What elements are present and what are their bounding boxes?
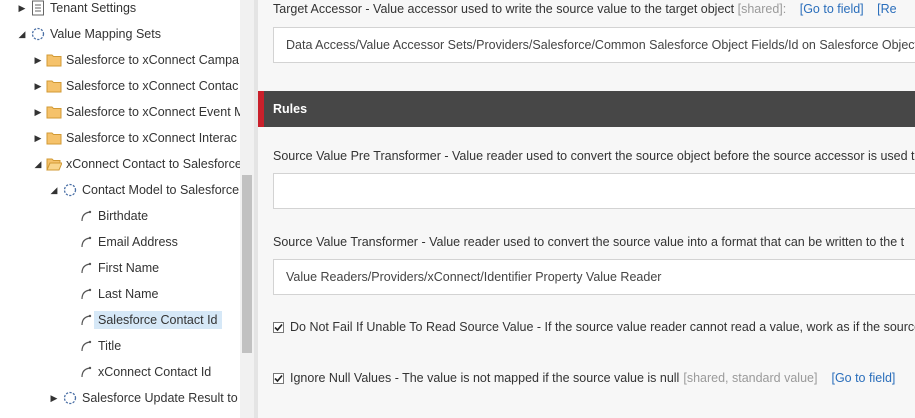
tree-item[interactable]: First Name bbox=[64, 257, 159, 279]
target-accessor-label: Target Accessor - Value accessor used to… bbox=[273, 2, 897, 16]
field-editor: Target Accessor - Value accessor used to… bbox=[258, 0, 915, 418]
circle-dashed-icon bbox=[30, 26, 46, 42]
tree-item[interactable]: ▶ Salesforce Update Result to bbox=[48, 387, 238, 409]
tree-item-label: Salesforce to xConnect Event M bbox=[66, 105, 240, 119]
rules-section-title: Rules bbox=[273, 102, 308, 116]
transformer-field[interactable]: Value Readers/Providers/xConnect/Identif… bbox=[273, 259, 915, 295]
collapse-arrow-icon[interactable]: ◢ bbox=[16, 29, 28, 40]
expand-arrow-icon[interactable]: ▶ bbox=[32, 55, 44, 66]
tree-item-label: Salesforce Contact Id bbox=[94, 311, 222, 329]
mapping-arc-icon bbox=[78, 286, 94, 302]
ignore-null-checkbox[interactable] bbox=[273, 372, 284, 384]
target-accessor-reset-link[interactable]: [Re bbox=[877, 2, 896, 16]
tree-item-label: Title bbox=[98, 339, 122, 353]
collapse-arrow-icon[interactable]: ◢ bbox=[32, 159, 44, 170]
folder-open-icon bbox=[46, 156, 62, 172]
pre-transformer-label-text: Source Value Pre Transformer - Value rea… bbox=[273, 149, 915, 163]
expand-arrow-icon[interactable]: ▶ bbox=[16, 3, 28, 14]
rules-section-header[interactable]: Rules bbox=[258, 91, 915, 127]
target-accessor-go-to-field-link[interactable]: [Go to field] bbox=[800, 2, 864, 16]
settings-page-icon bbox=[30, 0, 46, 16]
ignore-null-row: Ignore Null Values - The value is not ma… bbox=[273, 371, 895, 385]
target-accessor-label-text: Target Accessor - Value accessor used to… bbox=[273, 2, 735, 16]
tree-scrollbar-thumb[interactable] bbox=[242, 175, 252, 353]
tree-item[interactable]: Salesforce Contact Id bbox=[64, 309, 222, 331]
mapping-arc-icon bbox=[78, 312, 94, 328]
folder-icon bbox=[46, 104, 62, 120]
expand-arrow-icon[interactable]: ▶ bbox=[48, 393, 60, 404]
mapping-arc-icon bbox=[78, 260, 94, 276]
tree-item-label: Tenant Settings bbox=[50, 1, 137, 15]
ignore-null-meta: [shared, standard value] bbox=[683, 371, 818, 385]
tree-item-label: Salesforce to xConnect Contac bbox=[66, 79, 239, 93]
folder-icon bbox=[46, 52, 62, 68]
tree-item[interactable]: ◢ xConnect Contact to Salesforce bbox=[32, 153, 240, 175]
tree-item[interactable]: Email Address bbox=[64, 231, 178, 253]
mapping-arc-icon bbox=[78, 234, 94, 250]
transformer-label: Source Value Transformer - Value reader … bbox=[273, 235, 904, 249]
tree-item-label: Salesforce to xConnect Campa bbox=[66, 53, 240, 67]
tree-item-label: xConnect Contact to Salesforce bbox=[66, 157, 240, 171]
tree-item-label: First Name bbox=[98, 261, 160, 275]
transformer-label-text: Source Value Transformer - Value reader … bbox=[273, 235, 905, 249]
circle-dashed-icon bbox=[62, 182, 78, 198]
tree-item-label: Email Address bbox=[98, 235, 178, 249]
expand-arrow-icon[interactable]: ▶ bbox=[32, 81, 44, 92]
target-accessor-value: Data Access/Value Accessor Sets/Provider… bbox=[286, 38, 915, 52]
check-icon bbox=[274, 374, 283, 382]
target-accessor-meta: [shared]: bbox=[737, 2, 787, 16]
expand-arrow-icon[interactable]: ▶ bbox=[32, 107, 44, 118]
tree-item[interactable]: ▶ Salesforce to xConnect Contac bbox=[32, 75, 239, 97]
ignore-null-go-to-field-link[interactable]: [Go to field] bbox=[831, 371, 895, 385]
tree-item[interactable]: Last Name bbox=[64, 283, 158, 305]
tree-item-label: Value Mapping Sets bbox=[50, 27, 161, 41]
tree-item-label: Last Name bbox=[98, 287, 159, 301]
mapping-arc-icon bbox=[78, 338, 94, 354]
collapse-arrow-icon[interactable]: ◢ bbox=[48, 185, 60, 196]
target-accessor-field[interactable]: Data Access/Value Accessor Sets/Provider… bbox=[273, 27, 915, 63]
expand-arrow-icon[interactable]: ▶ bbox=[32, 133, 44, 144]
tree-item[interactable]: ◢ Contact Model to Salesforce bbox=[48, 179, 240, 201]
do-not-fail-row: Do Not Fail If Unable To Read Source Val… bbox=[273, 320, 915, 334]
content-tree: ▶ Tenant Settings ◢ Value Mapping Sets ▶ Sale… bbox=[0, 0, 240, 418]
tree-item[interactable]: Birthdate bbox=[64, 205, 148, 227]
circle-dashed-icon bbox=[62, 390, 78, 406]
tree-item-label: Contact Model to Salesforce bbox=[82, 183, 240, 197]
tree-item[interactable]: xConnect Contact Id bbox=[64, 361, 211, 383]
folder-icon bbox=[46, 78, 62, 94]
folder-icon bbox=[46, 130, 62, 146]
tree-item-label: Salesforce to xConnect Interac bbox=[66, 131, 237, 145]
tree-item[interactable]: ▶ Salesforce to xConnect Event M bbox=[32, 101, 240, 123]
transformer-value: Value Readers/Providers/xConnect/Identif… bbox=[286, 270, 662, 284]
tree-item-label: Birthdate bbox=[98, 209, 149, 223]
do-not-fail-checkbox[interactable] bbox=[273, 321, 284, 333]
tree-item[interactable]: ◢ Value Mapping Sets bbox=[16, 23, 161, 45]
pre-transformer-field[interactable] bbox=[273, 173, 915, 209]
tree-item-label: Salesforce Update Result to bbox=[82, 391, 238, 405]
ignore-null-label: Ignore Null Values - The value is not ma… bbox=[290, 371, 680, 385]
do-not-fail-label: Do Not Fail If Unable To Read Source Val… bbox=[290, 320, 915, 334]
tree-item-label: xConnect Contact Id bbox=[98, 365, 212, 379]
tree-item[interactable]: ▶ Tenant Settings bbox=[16, 0, 136, 19]
pre-transformer-label: Source Value Pre Transformer - Value rea… bbox=[273, 149, 915, 163]
tree-item[interactable]: ▶ Salesforce to xConnect Interac bbox=[32, 127, 237, 149]
mapping-arc-icon bbox=[78, 364, 94, 380]
tree-item[interactable]: ▶ Salesforce to xConnect Campa bbox=[32, 49, 239, 71]
mapping-arc-icon bbox=[78, 208, 94, 224]
check-icon bbox=[274, 323, 283, 331]
tree-item[interactable]: Title bbox=[64, 335, 121, 357]
